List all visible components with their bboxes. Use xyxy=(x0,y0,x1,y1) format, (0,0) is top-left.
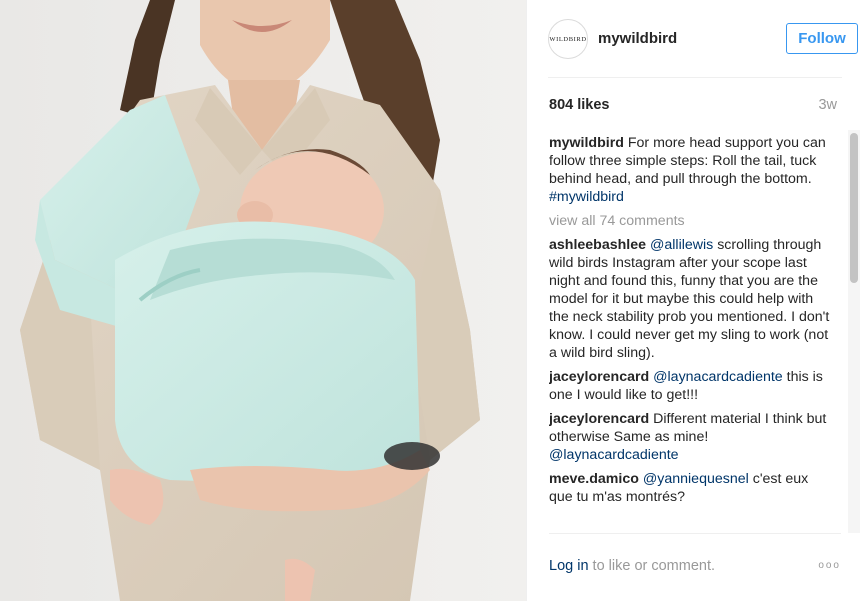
comment-item: meve.damico @yanniequesnel c'est eux que… xyxy=(549,470,831,506)
hashtag-link[interactable]: #mywildbird xyxy=(549,189,624,205)
likes-row: 804 likes 3w xyxy=(549,97,837,117)
more-options-icon[interactable]: ooo xyxy=(818,560,841,571)
post-footer: Log in to like or comment. ooo xyxy=(549,533,841,601)
post-details-panel: WILDBIRD mywildbird Follow 804 likes 3w … xyxy=(526,0,862,601)
login-prompt-text: to like or comment. xyxy=(588,558,716,574)
comment-item: ashleebashlee @allilewis scrolling throu… xyxy=(549,236,831,362)
photo-illustration xyxy=(0,0,526,601)
likes-count[interactable]: 804 likes xyxy=(549,97,609,113)
follow-button[interactable]: Follow xyxy=(786,23,858,54)
comment-author[interactable]: ashleebashlee xyxy=(549,237,646,253)
comment-author[interactable]: jaceylorencard xyxy=(549,369,649,385)
comment-item: jaceylorencard @laynacardcadiente this i… xyxy=(549,368,831,404)
view-all-comments-link[interactable]: view all 74 comments xyxy=(549,212,831,230)
post-header: WILDBIRD mywildbird Follow xyxy=(548,18,858,78)
username-link[interactable]: mywildbird xyxy=(598,30,677,47)
avatar[interactable]: WILDBIRD xyxy=(548,19,588,59)
caption: mywildbird For more head support you can… xyxy=(549,134,831,206)
mention-link[interactable]: @allilewis xyxy=(650,237,713,253)
mention-link[interactable]: @laynacardcadiente xyxy=(549,447,679,463)
scrollbar-thumb[interactable] xyxy=(850,133,858,283)
comment-author[interactable]: mywildbird xyxy=(549,135,624,151)
comment-text: scrolling through wild birds Instagram a… xyxy=(549,237,830,361)
post-age[interactable]: 3w xyxy=(818,97,837,113)
login-prompt: Log in to like or comment. xyxy=(549,558,715,574)
comments-scrollbar[interactable] xyxy=(848,130,860,533)
comments-list: mywildbird For more head support you can… xyxy=(549,134,831,533)
comment-author[interactable]: meve.damico xyxy=(549,471,639,487)
comment-author[interactable]: jaceylorencard xyxy=(549,411,649,427)
login-link[interactable]: Log in xyxy=(549,558,589,574)
mention-link[interactable]: @laynacardcadiente xyxy=(653,369,783,385)
avatar-logo-text: WILDBIRD xyxy=(549,35,587,43)
comment-item: jaceylorencard Different material I thin… xyxy=(549,410,831,464)
post-photo[interactable] xyxy=(0,0,526,601)
mention-link[interactable]: @yanniequesnel xyxy=(643,471,749,487)
